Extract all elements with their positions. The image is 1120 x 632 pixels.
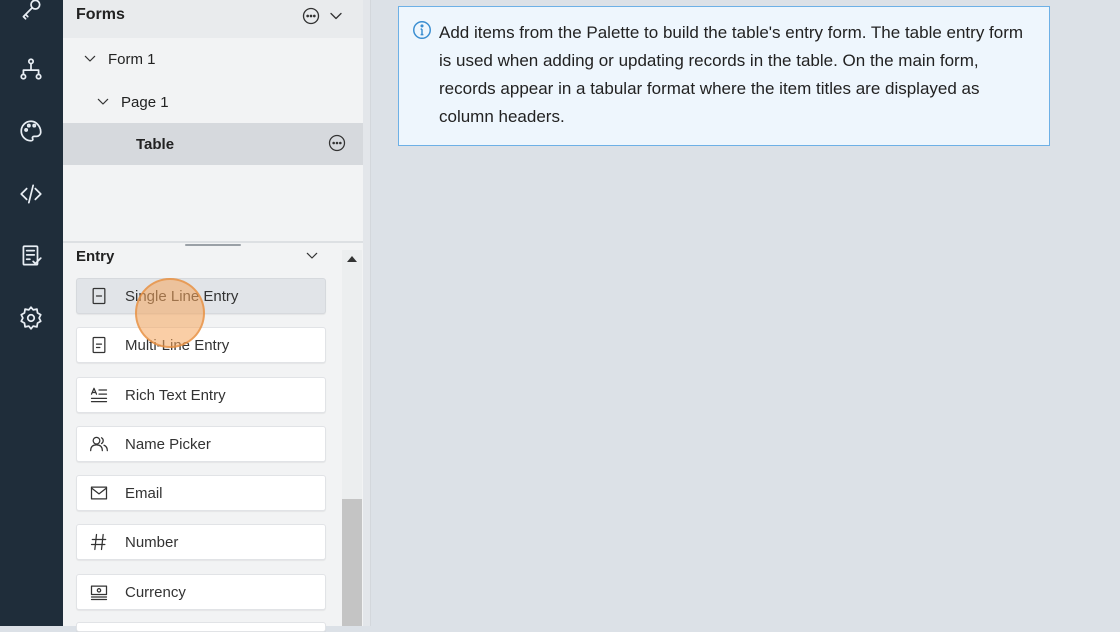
tree-item-label: Table (136, 135, 175, 153)
hierarchy-icon[interactable] (16, 54, 46, 84)
palette-section-title: Entry (76, 248, 115, 265)
palette-icon[interactable] (16, 116, 46, 146)
info-icon (411, 19, 433, 41)
palette-item-label: Name Picker (125, 435, 211, 453)
more-options-icon[interactable] (300, 5, 322, 27)
palette-item-single-line-entry[interactable]: Single Line Entry (76, 278, 326, 314)
scroll-up-arrow-icon[interactable] (347, 256, 357, 262)
palette-item-label: Currency (125, 583, 186, 601)
palette-item-currency[interactable]: Currency (76, 574, 326, 610)
scrollbar-thumb[interactable] (342, 499, 362, 626)
tree-item-form-1[interactable]: Form 1 (63, 38, 363, 80)
tree-item-label: Form 1 (108, 50, 156, 68)
more-options-icon[interactable] (327, 133, 349, 155)
forms-header: Forms (63, 0, 363, 38)
name-picker-icon (88, 433, 110, 455)
palette-item-label: Rich Text Entry (125, 386, 226, 404)
forms-panel: Forms Form 1 Page 1 Table Entry Single L… (63, 0, 363, 632)
info-message: Add items from the Palette to build the … (398, 6, 1050, 146)
palette-scrollbar[interactable] (342, 250, 362, 626)
chevron-down-icon[interactable] (304, 248, 322, 266)
info-message-text: Add items from the Palette to build the … (439, 23, 1024, 126)
palette-item-label: Single Line Entry (125, 287, 239, 305)
multi-line-entry-icon (88, 334, 110, 356)
tree-item-page-1[interactable]: Page 1 (63, 81, 363, 123)
panel-splitter[interactable] (63, 241, 363, 243)
forms-title: Forms (76, 6, 125, 23)
chevron-down-icon[interactable] (325, 5, 347, 27)
palette-item-number[interactable]: Number (76, 524, 326, 560)
palette-item-partial[interactable] (76, 622, 326, 632)
chevron-down-icon[interactable] (95, 94, 111, 110)
palette-item-email[interactable]: Email (76, 475, 326, 511)
currency-icon (88, 581, 110, 603)
palette-item-rich-text-entry[interactable]: Rich Text Entry (76, 377, 326, 413)
rich-text-entry-icon (88, 384, 110, 406)
settings-gear-icon[interactable] (16, 303, 46, 333)
key-icon[interactable] (16, 0, 46, 24)
palette-item-label: Email (125, 484, 163, 502)
palette-item-name-picker[interactable]: Name Picker (76, 426, 326, 462)
tree-item-label: Page 1 (121, 93, 169, 111)
code-icon[interactable] (16, 179, 46, 209)
number-hash-icon (88, 531, 110, 553)
single-line-entry-icon (88, 285, 110, 307)
app-nav-rail (0, 0, 63, 626)
chevron-down-icon[interactable] (82, 51, 98, 67)
palette-item-label: Number (125, 533, 179, 551)
tree-item-table[interactable]: Table (63, 123, 363, 165)
palette-section-header[interactable]: Entry (63, 244, 341, 270)
panel-resize-divider[interactable] (363, 0, 371, 626)
email-icon (88, 482, 110, 504)
checklist-icon[interactable] (16, 241, 46, 271)
palette-item-multi-line-entry[interactable]: Multi-Line Entry (76, 327, 326, 363)
palette-item-label: Multi-Line Entry (125, 336, 230, 354)
